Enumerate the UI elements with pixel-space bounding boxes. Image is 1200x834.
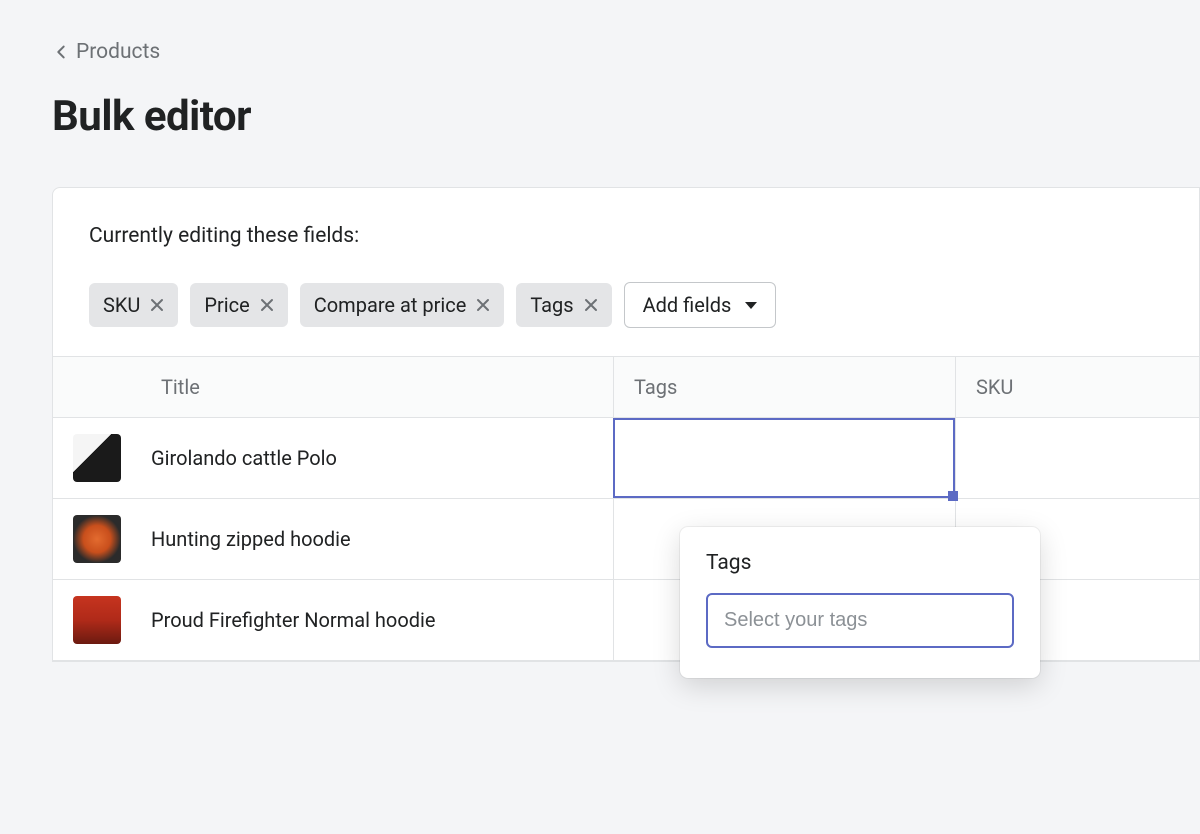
editing-fields-label: Currently editing these fields: bbox=[89, 224, 1163, 248]
page-title: Bulk editor bbox=[52, 92, 1200, 141]
product-thumb-cell[interactable] bbox=[53, 580, 131, 660]
close-icon[interactable] bbox=[150, 298, 164, 312]
field-chip-label: Compare at price bbox=[314, 293, 467, 317]
field-chip-label: SKU bbox=[103, 293, 140, 317]
product-thumb-icon bbox=[73, 515, 121, 563]
field-chip-label: Tags bbox=[530, 293, 573, 317]
product-thumb-icon bbox=[73, 596, 121, 644]
field-chip-row: SKU Price Compare at price bbox=[89, 282, 1163, 328]
field-chip-compare-at-price[interactable]: Compare at price bbox=[300, 283, 505, 327]
product-title-cell[interactable]: Proud Firefighter Normal hoodie bbox=[131, 580, 613, 660]
column-header-tags[interactable]: Tags bbox=[613, 357, 955, 417]
product-thumb-cell[interactable] bbox=[53, 499, 131, 579]
sku-cell[interactable] bbox=[955, 418, 1199, 498]
table-header-row: Title Tags SKU bbox=[53, 357, 1199, 418]
close-icon[interactable] bbox=[476, 298, 490, 312]
table-row: Girolando cattle Polo bbox=[53, 418, 1199, 499]
tags-popover-label: Tags bbox=[706, 551, 1014, 575]
tags-input[interactable] bbox=[706, 593, 1014, 648]
caret-down-icon bbox=[745, 302, 757, 309]
chevron-left-icon bbox=[52, 43, 70, 61]
close-icon[interactable] bbox=[584, 298, 598, 312]
field-chip-sku[interactable]: SKU bbox=[89, 283, 178, 327]
product-title-cell[interactable]: Hunting zipped hoodie bbox=[131, 499, 613, 579]
fill-handle-icon[interactable] bbox=[948, 491, 958, 501]
tags-cell-selected[interactable] bbox=[613, 418, 955, 498]
breadcrumb-label: Products bbox=[76, 40, 160, 64]
close-icon[interactable] bbox=[260, 298, 274, 312]
column-header-title[interactable]: Title bbox=[53, 357, 613, 417]
tags-popover: Tags bbox=[680, 527, 1040, 678]
add-fields-label: Add fields bbox=[643, 293, 732, 317]
field-chip-tags[interactable]: Tags bbox=[516, 283, 611, 327]
column-header-sku[interactable]: SKU bbox=[955, 357, 1199, 417]
field-chip-label: Price bbox=[204, 293, 249, 317]
product-title-cell[interactable]: Girolando cattle Polo bbox=[131, 418, 613, 498]
product-thumb-icon bbox=[73, 434, 121, 482]
add-fields-button[interactable]: Add fields bbox=[624, 282, 777, 328]
breadcrumb-back[interactable]: Products bbox=[52, 40, 1200, 64]
field-chip-price[interactable]: Price bbox=[190, 283, 287, 327]
product-thumb-cell[interactable] bbox=[53, 418, 131, 498]
